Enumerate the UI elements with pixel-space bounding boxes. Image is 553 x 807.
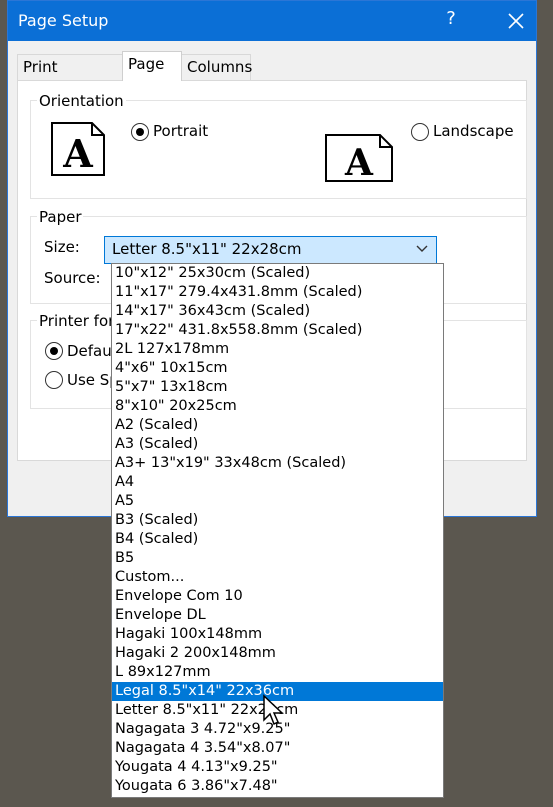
size-option[interactable]: B5 bbox=[112, 549, 443, 568]
size-option[interactable]: 5"x7" 13x18cm bbox=[112, 378, 443, 397]
size-option[interactable]: Envelope Com 10 bbox=[112, 587, 443, 606]
orientation-group-label: Orientation bbox=[37, 92, 126, 110]
size-option[interactable]: Custom... bbox=[112, 568, 443, 587]
size-option[interactable]: L 89x127mm bbox=[112, 663, 443, 682]
landscape-radio[interactable] bbox=[411, 123, 429, 141]
tab-columns[interactable]: Columns bbox=[181, 54, 253, 80]
tab-print-options[interactable]: Print Options bbox=[17, 54, 123, 100]
size-option[interactable]: Envelope DL bbox=[112, 606, 443, 625]
size-option[interactable]: 10"x12" 25x30cm (Scaled) bbox=[112, 264, 443, 283]
size-option[interactable]: 17"x22" 431.8x558.8mm (Scaled) bbox=[112, 321, 443, 340]
size-option[interactable]: B3 (Scaled) bbox=[112, 511, 443, 530]
landscape-label[interactable]: Landscape bbox=[433, 122, 514, 140]
size-option[interactable]: A3+ 13"x19" 33x48cm (Scaled) bbox=[112, 454, 443, 473]
help-button[interactable]: ? bbox=[441, 8, 461, 29]
size-option[interactable]: 8"x10" 20x25cm bbox=[112, 397, 443, 416]
landscape-icon-letter: A bbox=[344, 142, 374, 183]
landscape-page-icon: A bbox=[325, 134, 393, 183]
close-button[interactable] bbox=[493, 4, 539, 38]
portrait-label[interactable]: Portrait bbox=[153, 122, 208, 140]
mouse-cursor-icon bbox=[263, 694, 284, 726]
window-title: Page Setup bbox=[18, 11, 109, 30]
portrait-page-icon: A bbox=[51, 122, 105, 176]
size-option[interactable]: A2 (Scaled) bbox=[112, 416, 443, 435]
tab-page[interactable]: Page bbox=[122, 51, 182, 81]
portrait-radio[interactable] bbox=[131, 123, 149, 141]
title-bar: Page Setup ? bbox=[8, 1, 536, 41]
size-option[interactable]: Yougata 6 3.86"x7.48" bbox=[112, 777, 443, 796]
portrait-icon-letter: A bbox=[62, 131, 93, 176]
default-printer-label[interactable]: Defaul bbox=[67, 342, 116, 360]
size-option[interactable]: 2L 127x178mm bbox=[112, 340, 443, 359]
size-option[interactable]: Hagaki 2 200x148mm bbox=[112, 644, 443, 663]
default-printer-radio[interactable] bbox=[45, 342, 63, 360]
size-option[interactable]: B4 (Scaled) bbox=[112, 530, 443, 549]
source-label: Source: bbox=[44, 269, 101, 287]
size-option[interactable]: A4 bbox=[112, 473, 443, 492]
size-option[interactable]: Nagagata 4 3.54"x8.07" bbox=[112, 739, 443, 758]
size-option[interactable]: Yougata 4 4.13"x9.25" bbox=[112, 758, 443, 777]
size-combobox-value: Letter 8.5"x11" 22x28cm bbox=[112, 240, 302, 258]
size-option[interactable]: A3 (Scaled) bbox=[112, 435, 443, 454]
size-option[interactable]: 11"x17" 279.4x431.8mm (Scaled) bbox=[112, 283, 443, 302]
specific-printer-radio[interactable] bbox=[45, 371, 63, 389]
size-combobox[interactable]: Letter 8.5"x11" 22x28cm bbox=[104, 236, 437, 264]
printer-group-label: Printer for bbox=[37, 312, 117, 330]
tab-label: Page bbox=[128, 55, 165, 73]
chevron-down-icon bbox=[416, 245, 428, 252]
size-label: Size: bbox=[44, 238, 80, 256]
size-option[interactable]: 4"x6" 10x15cm bbox=[112, 359, 443, 378]
close-icon bbox=[508, 13, 524, 29]
paper-group-label: Paper bbox=[37, 208, 84, 226]
size-option[interactable]: A5 bbox=[112, 492, 443, 511]
size-option[interactable]: Hagaki 100x148mm bbox=[112, 625, 443, 644]
size-option[interactable]: 14"x17" 36x43cm (Scaled) bbox=[112, 302, 443, 321]
tab-label: Columns bbox=[187, 58, 253, 76]
